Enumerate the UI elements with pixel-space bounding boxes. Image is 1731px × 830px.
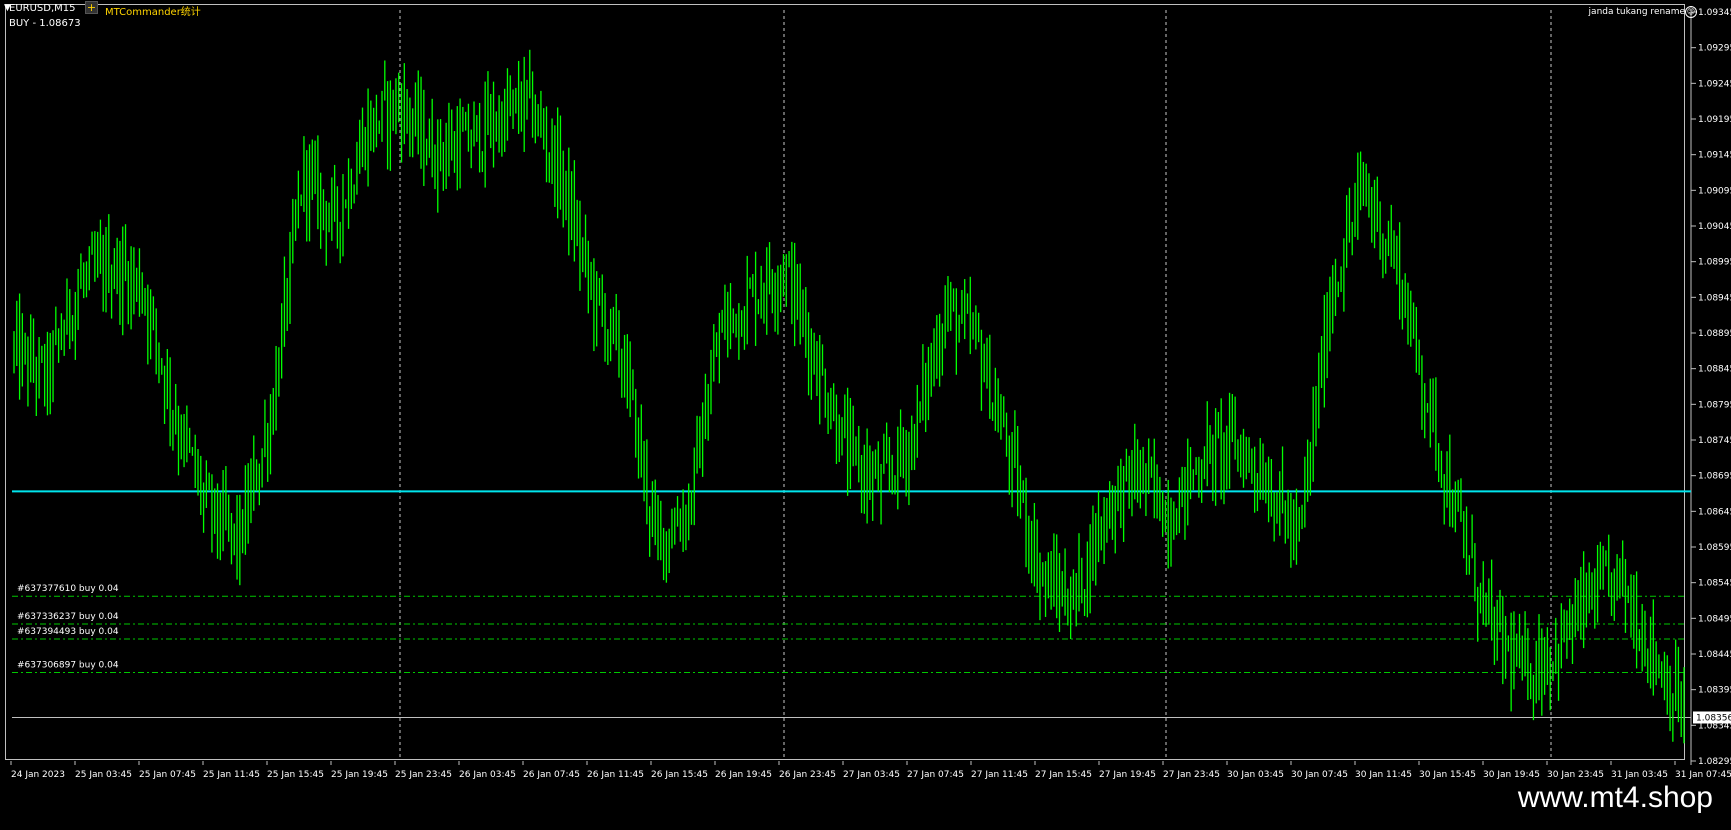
rename-label: janda tukang rename — [1588, 7, 1685, 17]
time-axis-label: 27 Jan 15:45 — [1035, 770, 1092, 780]
order-label: #637306897 buy 0.04 — [17, 661, 119, 671]
price-axis-label: 1.08995 — [1698, 258, 1731, 268]
price-axis-label: 1.08595 — [1698, 543, 1731, 553]
time-axis-label: 26 Jan 15:45 — [651, 770, 708, 780]
price-axis-label: 1.08945 — [1698, 293, 1731, 303]
price-axis-label: 1.08545 — [1698, 579, 1731, 589]
time-axis-label: 30 Jan 23:45 — [1547, 770, 1604, 780]
time-axis-label: 25 Jan 07:45 — [139, 770, 196, 780]
time-axis-label: 25 Jan 23:45 — [395, 770, 452, 780]
price-axis-label: 1.08745 — [1698, 436, 1731, 446]
watermark: www.mt4.shop — [1517, 781, 1713, 814]
price-axis-label: 1.09245 — [1698, 79, 1731, 89]
plus-icon[interactable]: + — [85, 1, 98, 14]
time-axis-label: 24 Jan 2023 — [11, 770, 65, 780]
time-axis-label: 27 Jan 03:45 — [843, 770, 900, 780]
time-axis-label: 30 Jan 07:45 — [1291, 770, 1348, 780]
time-axis-label: 27 Jan 23:45 — [1163, 770, 1220, 780]
price-axis-label: 1.09145 — [1698, 151, 1731, 161]
time-axis-label: 31 Jan 07:45 — [1675, 770, 1731, 780]
current-price-label: 1.08356 — [1696, 713, 1731, 723]
time-axis-label: 27 Jan 07:45 — [907, 770, 964, 780]
time-axis-label: 30 Jan 11:45 — [1355, 770, 1412, 780]
time-axis-label: 30 Jan 15:45 — [1419, 770, 1476, 780]
time-axis-label: 25 Jan 15:45 — [267, 770, 324, 780]
time-axis-label: 27 Jan 19:45 — [1099, 770, 1156, 780]
price-axis-label: 1.09095 — [1698, 186, 1731, 196]
time-axis-label: 26 Jan 11:45 — [587, 770, 644, 780]
price-axis-label: 1.09345 — [1698, 8, 1731, 18]
order-label: #637336237 buy 0.04 — [17, 612, 119, 622]
price-axis-label: 1.09195 — [1698, 115, 1731, 125]
price-axis-label: 1.08645 — [1698, 507, 1731, 517]
time-axis-label: 25 Jan 19:45 — [331, 770, 388, 780]
price-axis-label: 1.08895 — [1698, 329, 1731, 339]
price-axis-label: 1.08295 — [1698, 757, 1731, 767]
price-axis-label: 1.09045 — [1698, 222, 1731, 232]
order-label: #637394493 buy 0.04 — [17, 627, 119, 637]
time-axis-label: 26 Jan 19:45 — [715, 770, 772, 780]
price-axis-label: 1.08695 — [1698, 472, 1731, 482]
symbol-label: EURUSD,M15 — [9, 3, 76, 14]
time-axis-label: 25 Jan 03:45 — [75, 770, 132, 780]
price-axis-label: 1.08445 — [1698, 650, 1731, 660]
price-axis-label: 1.08495 — [1698, 614, 1731, 624]
order-label: #637377610 buy 0.04 — [17, 584, 119, 594]
time-axis-label: 26 Jan 23:45 — [779, 770, 836, 780]
price-axis-label: 1.08845 — [1698, 365, 1731, 375]
time-axis-label: 25 Jan 11:45 — [203, 770, 260, 780]
time-axis-label: 26 Jan 07:45 — [523, 770, 580, 780]
time-axis-label: 26 Jan 03:45 — [459, 770, 516, 780]
buy-line-label: BUY - 1.08673 — [9, 18, 81, 29]
price-axis-label: 1.08795 — [1698, 400, 1731, 410]
time-axis-label: 27 Jan 11:45 — [971, 770, 1028, 780]
time-axis-label: 31 Jan 03:45 — [1611, 770, 1668, 780]
price-axis-label: 1.09295 — [1698, 44, 1731, 54]
price-axis-label: 1.08395 — [1698, 686, 1731, 696]
smiley-icon[interactable]: ☺ — [1685, 6, 1697, 18]
chart-window[interactable]: 1.09345 1.09295 1.09245 1.09195 1.09145 1.090… — [5, 4, 1731, 780]
time-axis-label: 30 Jan 03:45 — [1227, 770, 1284, 780]
time-axis-label: 30 Jan 19:45 — [1483, 770, 1540, 780]
expert-advisor-name: MTCommander统计 — [105, 7, 201, 18]
price-chart[interactable]: 1.09345 1.09295 1.09245 1.09195 1.09145 1.090… — [6, 5, 1731, 830]
